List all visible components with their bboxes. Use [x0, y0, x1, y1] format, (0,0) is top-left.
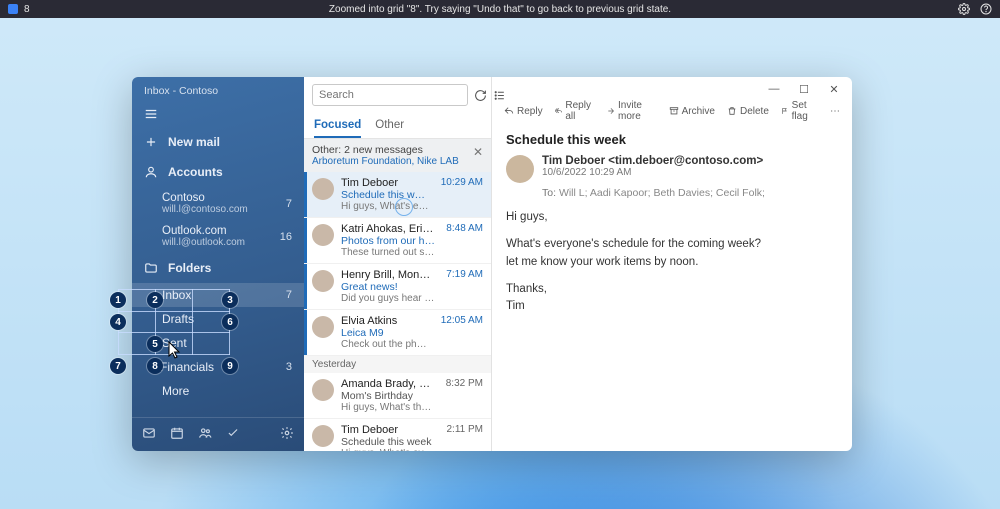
sidebar: Inbox - Contoso New mail Accounts Contos…	[132, 77, 304, 451]
minimize-button[interactable]: —	[766, 83, 782, 96]
maximize-button[interactable]: ☐	[796, 83, 812, 96]
avatar	[312, 178, 334, 200]
voice-access-bar: 8 Zoomed into grid "8". Try saying "Undo…	[0, 0, 1000, 18]
invite-button[interactable]: Invite more	[607, 100, 656, 122]
search-input[interactable]	[312, 84, 468, 106]
message-from: Tim Deboer <tim.deboer@contoso.com>	[542, 155, 763, 167]
message-list-pane: Focused Other Other: 2 new messages Arbo…	[304, 77, 492, 451]
reply-all-button[interactable]: Reply all	[555, 100, 596, 122]
todo-icon[interactable]	[226, 426, 240, 443]
avatar	[312, 224, 334, 246]
delete-button[interactable]: Delete	[727, 106, 769, 117]
window-title: Inbox - Contoso	[132, 77, 304, 101]
voice-click-indicator	[395, 198, 413, 216]
voice-count: 8	[24, 4, 30, 15]
close-button[interactable]: ✕	[826, 83, 842, 96]
grid-badge: 6	[222, 314, 238, 330]
calendar-icon[interactable]	[170, 426, 184, 443]
more-button[interactable]: ⋯	[830, 106, 840, 117]
people-icon[interactable]	[198, 426, 212, 443]
avatar	[312, 270, 334, 292]
message-item[interactable]: Katri Ahokas, Erik NasonPhotos from our …	[304, 218, 491, 264]
sidebar-bottombar	[132, 417, 304, 451]
settings-icon[interactable]	[280, 426, 294, 443]
avatar	[312, 379, 334, 401]
tab-other[interactable]: Other	[375, 113, 404, 138]
message-item[interactable]: Amanda Brady, Daisy PhillipsMom's Birthd…	[304, 373, 491, 419]
message-to: To: Will L; Aadi Kapoor; Beth Davies; Ce…	[492, 187, 852, 209]
folders-label: Folders	[168, 261, 211, 275]
accounts-label: Accounts	[168, 165, 223, 179]
inbox-tabs: Focused Other	[304, 113, 491, 139]
other-preview-box[interactable]: Other: 2 new messages Arboretum Foundati…	[304, 139, 491, 172]
message-actions: Reply Reply all Invite more Archive Dele…	[492, 98, 852, 128]
reply-button[interactable]: Reply	[504, 106, 543, 117]
grid-badge: 3	[222, 292, 238, 308]
grid-badge: 2	[147, 292, 163, 308]
voice-hint: Zoomed into grid "8". Try saying "Undo t…	[329, 4, 671, 15]
sync-icon[interactable]	[474, 87, 487, 103]
account-contoso[interactable]: Contosowill.l@contoso.com 7	[132, 187, 304, 220]
grid-badge: 5	[147, 336, 163, 352]
help-icon[interactable]	[980, 3, 992, 15]
new-mail-label: New mail	[168, 135, 220, 149]
sender-avatar	[506, 155, 534, 183]
archive-button[interactable]: Archive	[669, 106, 715, 117]
window-controls: — ☐ ✕	[492, 77, 852, 98]
message-item[interactable]: Elvia AtkinsLeica M9Check out the photos…	[304, 310, 491, 356]
mail-icon[interactable]	[142, 426, 156, 443]
folder-more[interactable]: More	[132, 379, 304, 403]
avatar	[312, 316, 334, 338]
accounts-header[interactable]: Accounts	[132, 157, 304, 187]
flag-button[interactable]: Set flag	[781, 100, 818, 122]
account-outlook[interactable]: Outlook.comwill.l@outlook.com 16	[132, 220, 304, 253]
grid-badge: 4	[110, 314, 126, 330]
message-item[interactable]: Henry Brill, Mona Kane, Cecil FGreat new…	[304, 264, 491, 310]
message-item[interactable]: Tim DeboerSchedule this weekHi guys, Wha…	[304, 419, 491, 451]
new-mail-button[interactable]: New mail	[132, 127, 304, 157]
day-header: Yesterday	[304, 356, 491, 373]
message-date: 10/6/2022 10:29 AM	[542, 167, 763, 178]
grid-badge: 9	[222, 358, 238, 374]
mail-window: Inbox - Contoso New mail Accounts Contos…	[132, 77, 852, 451]
mouse-cursor	[168, 341, 182, 361]
avatar	[312, 425, 334, 447]
grid-badge: 7	[110, 358, 126, 374]
folders-header[interactable]: Folders	[132, 253, 304, 283]
hamburger-button[interactable]	[132, 101, 304, 127]
close-icon[interactable]: ✕	[473, 145, 483, 159]
message-body: Hi guys, What's everyone's schedule for …	[492, 209, 852, 325]
mic-icon	[8, 4, 18, 14]
message-subject: Schedule this week	[492, 128, 852, 155]
grid-badge: 8	[147, 358, 163, 374]
tab-focused[interactable]: Focused	[314, 113, 361, 138]
settings-icon[interactable]	[958, 3, 970, 15]
reading-pane: — ☐ ✕ Reply Reply all Invite more Archiv…	[492, 77, 852, 451]
grid-badge: 1	[110, 292, 126, 308]
